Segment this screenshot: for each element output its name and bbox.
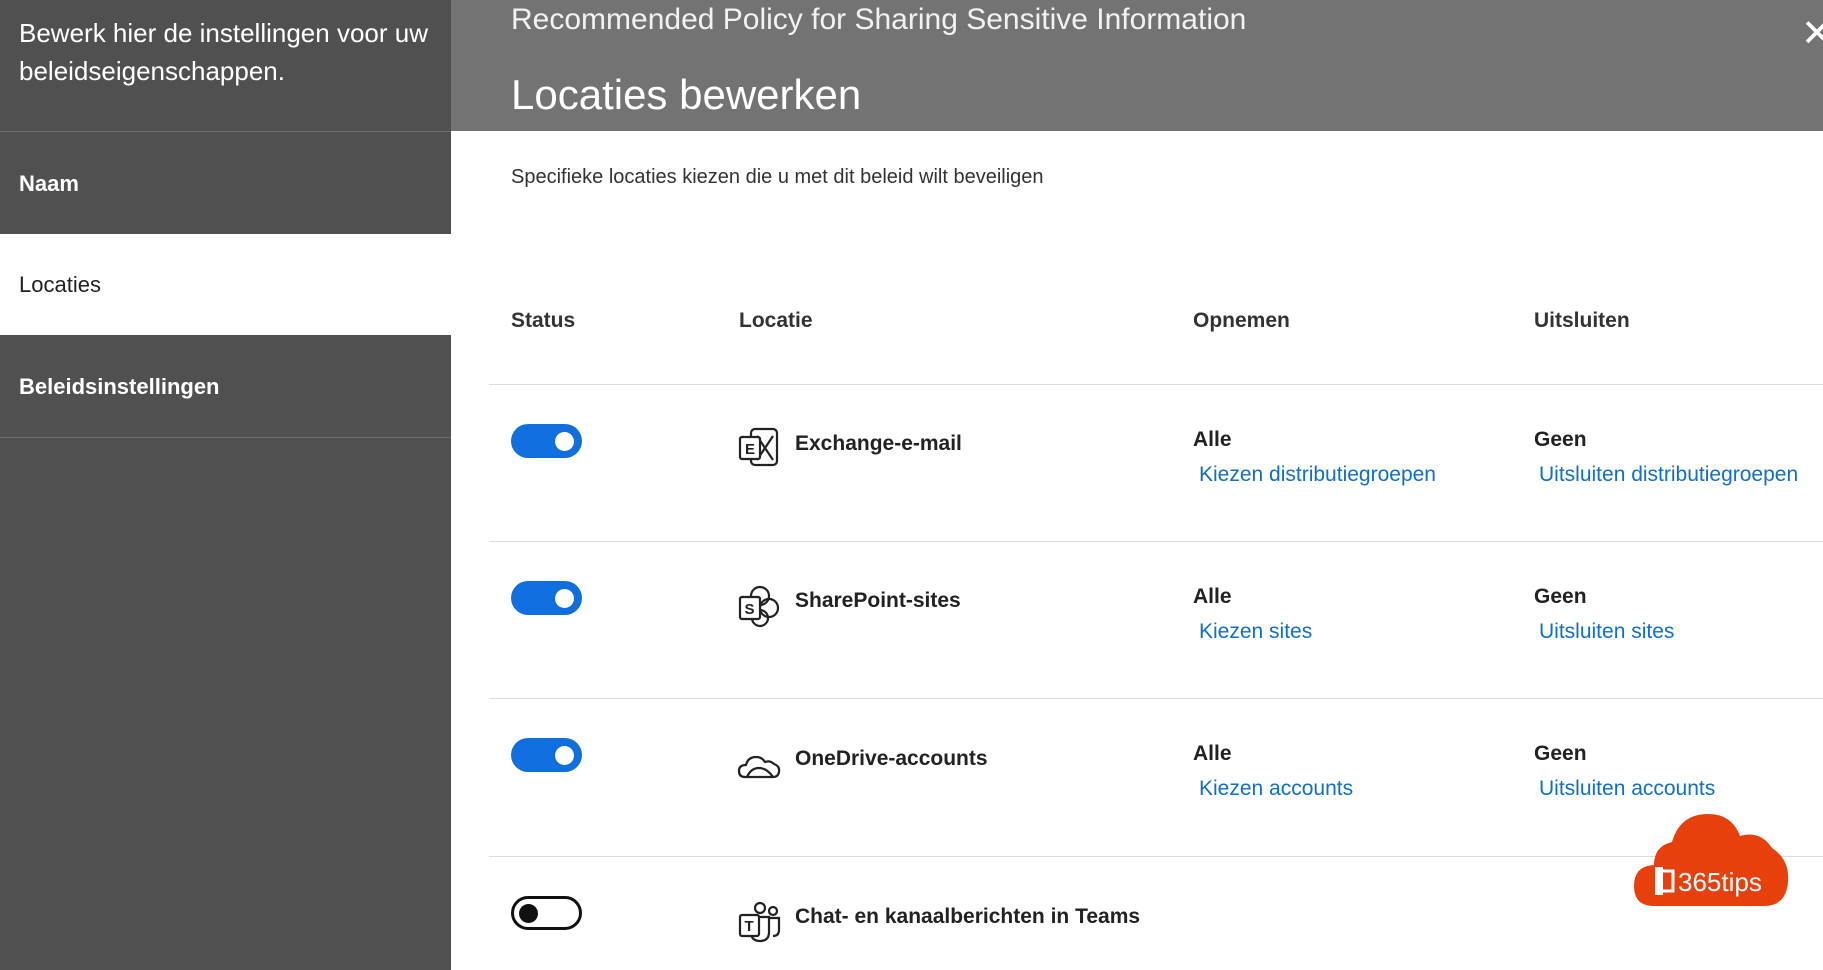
svg-text:365tips: 365tips	[1678, 867, 1762, 897]
sidebar-item-locaties[interactable]: Locaties	[0, 234, 451, 335]
row-divider	[489, 384, 1823, 385]
location-name: Exchange-e-mail	[795, 432, 962, 455]
settings-sidebar: Bewerk hier de instellingen voor uw bele…	[0, 0, 451, 970]
page-title: Locaties bewerken	[511, 71, 862, 118]
location-name: SharePoint-sites	[795, 589, 961, 612]
sidebar-intro: Bewerk hier de instellingen voor uw bele…	[19, 18, 428, 86]
row-divider	[489, 856, 1823, 857]
row-divider	[489, 698, 1823, 699]
choose-accounts-link[interactable]: Kiezen accounts	[1199, 777, 1353, 801]
exclude-value: Geen	[1534, 585, 1587, 608]
include-value: Alle	[1193, 742, 1232, 765]
status-toggle-onedrive[interactable]	[511, 738, 582, 772]
column-header-status: Status	[511, 309, 576, 332]
status-toggle-sharepoint[interactable]	[511, 581, 582, 615]
sidebar-divider	[0, 437, 451, 438]
exclude-sites-link[interactable]: Uitsluiten sites	[1539, 620, 1674, 644]
365tips-logo: 365tips	[1634, 814, 1789, 906]
include-value: Alle	[1193, 585, 1232, 608]
exclude-distribution-groups-link[interactable]: Uitsluiten distributiegroepen	[1539, 463, 1798, 487]
status-toggle-teams[interactable]	[511, 896, 582, 930]
sidebar-item-naam[interactable]: Naam	[0, 133, 451, 234]
location-name: OneDrive-accounts	[795, 747, 988, 770]
choose-sites-link[interactable]: Kiezen sites	[1199, 620, 1312, 644]
row-divider	[489, 541, 1823, 542]
onedrive-icon	[737, 755, 781, 779]
svg-text:T: T	[745, 918, 754, 935]
page-description: Specifieke locaties kiezen die u met dit…	[511, 166, 1044, 188]
teams-icon: T	[738, 901, 781, 943]
sidebar-divider	[0, 131, 451, 132]
choose-distribution-groups-link[interactable]: Kiezen distributiegroepen	[1199, 463, 1436, 487]
sharepoint-icon: S	[738, 585, 780, 628]
exclude-value: Geen	[1534, 742, 1587, 765]
include-value: Alle	[1193, 428, 1232, 451]
sidebar-item-beleidsinstellingen[interactable]: Beleidsinstellingen	[0, 336, 451, 437]
exclude-accounts-link[interactable]: Uitsluiten accounts	[1539, 777, 1715, 801]
svg-text:E: E	[745, 441, 755, 458]
panel-header: Recommended Policy for Sharing Sensitive…	[451, 0, 1823, 131]
svg-text:S: S	[745, 601, 755, 618]
location-name: Chat- en kanaalberichten in Teams	[795, 905, 1141, 928]
exchange-icon: E	[738, 427, 779, 467]
column-header-opnemen: Opnemen	[1193, 309, 1290, 332]
status-toggle-exchange[interactable]	[511, 424, 582, 458]
exclude-value: Geen	[1534, 428, 1587, 451]
column-header-locatie: Locatie	[739, 309, 813, 332]
column-header-uitsluiten: Uitsluiten	[1534, 309, 1630, 332]
close-icon[interactable]: ✕	[1801, 14, 1823, 54]
policy-title: Recommended Policy for Sharing Sensitive…	[511, 3, 1247, 36]
